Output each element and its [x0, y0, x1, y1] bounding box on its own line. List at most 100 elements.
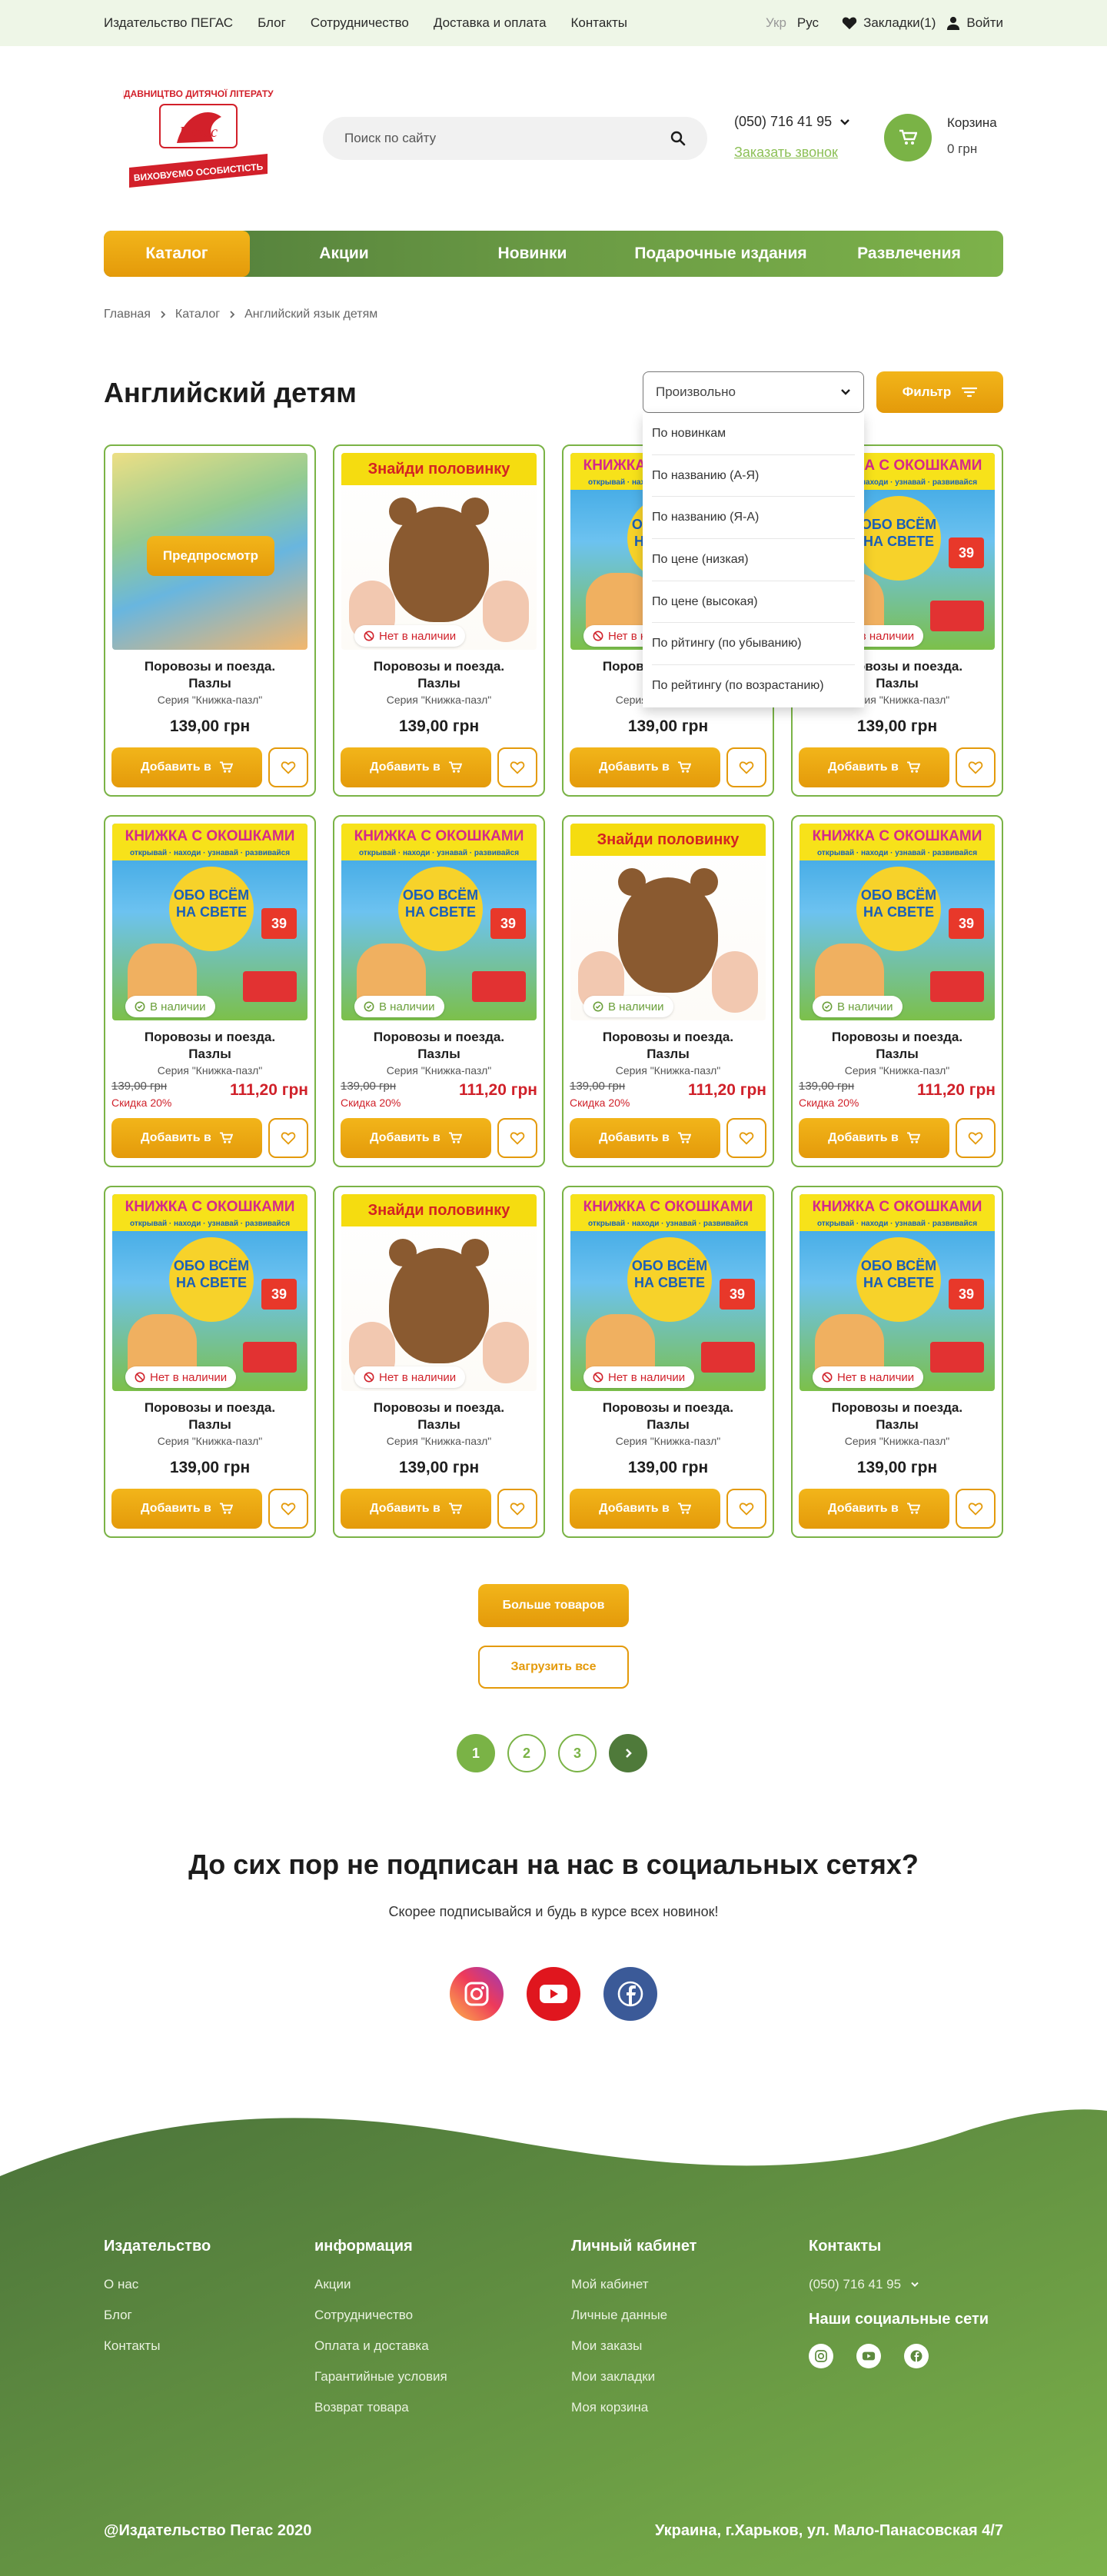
sort-option[interactable]: По названию (А-Я) — [652, 455, 855, 498]
search-box[interactable]: Поиск по сайту — [323, 117, 707, 160]
product-card[interactable]: КНИЖКА С ОКОШКАМИоткрывай · находи · узн… — [562, 1186, 774, 1538]
filter-button[interactable]: Фильтр — [876, 371, 1003, 413]
add-to-cart-button[interactable]: Добавить в — [799, 1489, 949, 1529]
product-card[interactable]: КНИЖКА С ОКОШКАМИоткрывай · находи · узн… — [791, 1186, 1003, 1538]
breadcrumb-catalog[interactable]: Каталог — [175, 308, 220, 321]
footer-facebook-button[interactable] — [904, 2344, 929, 2368]
product-title[interactable]: Поровозы и поезда.Пазлы — [334, 1399, 544, 1433]
product-card[interactable]: Предпросмотр Поровозы и поезда. Пазлы Сер… — [104, 444, 316, 797]
product-title[interactable]: Поровозы и поезда.Пазлы — [793, 1029, 1002, 1063]
sort-option[interactable]: По рейтингу (по возрастанию) — [652, 665, 855, 707]
add-to-cart-button[interactable]: Добавить в — [111, 1489, 262, 1529]
footer-link[interactable]: Мои заказы — [571, 2338, 696, 2354]
login-link[interactable]: Войти — [946, 15, 1003, 31]
add-to-bookmarks-button[interactable] — [956, 1118, 996, 1158]
topnav-link-contacts[interactable]: Контакты — [571, 15, 627, 31]
product-image[interactable]: КНИЖКА С ОКОШКАМИоткрывай · находи · узн… — [800, 1194, 995, 1391]
footer-link[interactable]: Контакты — [104, 2338, 211, 2354]
preview-button[interactable]: Предпросмотр — [147, 536, 274, 576]
footer-link[interactable]: Сотрудничество — [314, 2308, 447, 2323]
footer-instagram-button[interactable] — [809, 2344, 833, 2368]
product-card[interactable]: КНИЖКА С ОКОШКАМИоткрывай · находи · узн… — [104, 815, 316, 1167]
add-to-bookmarks-button[interactable] — [726, 1118, 766, 1158]
add-to-bookmarks-button[interactable] — [956, 747, 996, 787]
add-to-bookmarks-button[interactable] — [497, 747, 537, 787]
footer-link[interactable]: Мой кабинет — [571, 2277, 696, 2292]
page-3-button[interactable]: 3 — [558, 1734, 597, 1772]
sort-select[interactable]: Произвольно — [643, 371, 864, 413]
load-all-button[interactable]: Загрузить все — [478, 1646, 629, 1689]
topnav-link-delivery[interactable]: Доставка и оплата — [434, 15, 547, 31]
product-image[interactable]: КНИЖКА С ОКОШКАМИоткрывай · находи · узн… — [800, 824, 995, 1020]
sort-option[interactable]: По цене (высокая) — [652, 581, 855, 624]
product-card[interactable]: Знайди половинку Нет в наличии Поровозы и… — [333, 444, 545, 797]
nav-catalog[interactable]: Каталог — [104, 231, 250, 277]
product-title[interactable]: Поровозы и поезда.Пазлы — [563, 1029, 773, 1063]
more-products-button[interactable]: Больше товаров — [478, 1584, 629, 1627]
footer-link[interactable]: Возврат товара — [314, 2400, 447, 2415]
add-to-cart-button[interactable]: Добавить в — [341, 747, 491, 787]
add-to-cart-button[interactable]: Добавить в — [799, 1118, 949, 1158]
nav-new[interactable]: Новинки — [438, 231, 627, 277]
product-image[interactable]: КНИЖКА С ОКОШКАМИоткрывай · находи · узн… — [112, 1194, 308, 1391]
breadcrumb-home[interactable]: Главная — [104, 308, 151, 321]
nav-gift-editions[interactable]: Подарочные издания — [627, 231, 815, 277]
footer-link[interactable]: Акции — [314, 2277, 447, 2292]
nav-entertainment[interactable]: Развлечения — [815, 231, 1003, 277]
add-to-cart-button[interactable]: Добавить в — [111, 747, 262, 787]
footer-link[interactable]: Личные данные — [571, 2308, 696, 2323]
product-image[interactable]: КНИЖКА С ОКОШКАМИоткрывай · находи · узн… — [341, 824, 537, 1020]
sort-option[interactable]: По новинкам — [652, 413, 855, 455]
phone-dropdown[interactable]: (050) 716 41 95 — [734, 114, 850, 130]
bookmarks-link[interactable]: Закладки(1) — [842, 15, 936, 31]
nav-promotions[interactable]: Акции — [250, 231, 438, 277]
page-1-button[interactable]: 1 — [457, 1734, 495, 1772]
instagram-button[interactable] — [450, 1967, 504, 2021]
product-image[interactable]: Предпросмотр — [112, 453, 308, 650]
youtube-button[interactable] — [527, 1967, 580, 2021]
footer-link[interactable]: О нас — [104, 2277, 211, 2292]
next-page-button[interactable] — [609, 1734, 647, 1772]
footer-link[interactable]: Гарантийные условия — [314, 2369, 447, 2385]
callback-link[interactable]: Заказать звонок — [734, 145, 838, 161]
logo[interactable]: ВИДАВНИЦТВО ДИТЯЧОЇ ЛІТЕРАТУРИ Пегас ВИХ… — [111, 83, 286, 191]
add-to-cart-button[interactable]: Добавить в — [341, 1489, 491, 1529]
cart-button[interactable] — [884, 114, 932, 161]
footer-link[interactable]: Оплата и доставка — [314, 2338, 447, 2354]
footer-phone-dropdown[interactable]: (050) 716 41 95 — [809, 2277, 989, 2292]
add-to-bookmarks-button[interactable] — [956, 1489, 996, 1529]
search-input[interactable]: Поиск по сайту — [344, 131, 670, 146]
add-to-cart-button[interactable]: Добавить в — [799, 747, 949, 787]
product-card[interactable]: КНИЖКА С ОКОШКАМИоткрывай · находи · узн… — [104, 1186, 316, 1538]
product-image[interactable]: Знайди половинку Нет в наличии — [341, 453, 537, 650]
product-image[interactable]: КНИЖКА С ОКОШКАМИоткрывай · находи · узн… — [112, 824, 308, 1020]
topnav-link-blog[interactable]: Блог — [258, 15, 286, 31]
add-to-cart-button[interactable]: Добавить в — [570, 1118, 720, 1158]
sort-option[interactable]: По цене (низкая) — [652, 539, 855, 581]
footer-link[interactable]: Мои закладки — [571, 2369, 696, 2385]
footer-youtube-button[interactable] — [856, 2344, 881, 2368]
cart-label[interactable]: Корзина — [947, 115, 997, 131]
add-to-cart-button[interactable]: Добавить в — [341, 1118, 491, 1158]
add-to-cart-button[interactable]: Добавить в — [111, 1118, 262, 1158]
lang-ukr-link[interactable]: Укр — [766, 15, 786, 31]
product-title[interactable]: Поровозы и поезда.Пазлы — [793, 1399, 1002, 1433]
product-image[interactable]: Знайди половинку В наличии — [570, 824, 766, 1020]
page-2-button[interactable]: 2 — [507, 1734, 546, 1772]
search-icon[interactable] — [670, 131, 686, 146]
topnav-link-cooperation[interactable]: Сотрудничество — [311, 15, 409, 31]
product-image[interactable]: Знайди половинку Нет в наличии — [341, 1194, 537, 1391]
product-title[interactable]: Поровозы и поезда.Пазлы — [334, 1029, 544, 1063]
add-to-bookmarks-button[interactable] — [726, 1489, 766, 1529]
product-card[interactable]: КНИЖКА С ОКОШКАМИоткрывай · находи · узн… — [791, 815, 1003, 1167]
footer-link[interactable]: Моя корзина — [571, 2400, 696, 2415]
add-to-cart-button[interactable]: Добавить в — [570, 1489, 720, 1529]
add-to-bookmarks-button[interactable] — [268, 1489, 308, 1529]
topnav-link-publisher[interactable]: Издательство ПЕГАС — [104, 15, 233, 31]
add-to-bookmarks-button[interactable] — [268, 1118, 308, 1158]
product-card[interactable]: КНИЖКА С ОКОШКАМИоткрывай · находи · узн… — [333, 815, 545, 1167]
product-image[interactable]: КНИЖКА С ОКОШКАМИоткрывай · находи · узн… — [570, 1194, 766, 1391]
product-title[interactable]: Поровозы и поезда.Пазлы — [563, 1399, 773, 1433]
product-title[interactable]: Поровозы и поезда.Пазлы — [105, 1029, 314, 1063]
add-to-bookmarks-button[interactable] — [726, 747, 766, 787]
